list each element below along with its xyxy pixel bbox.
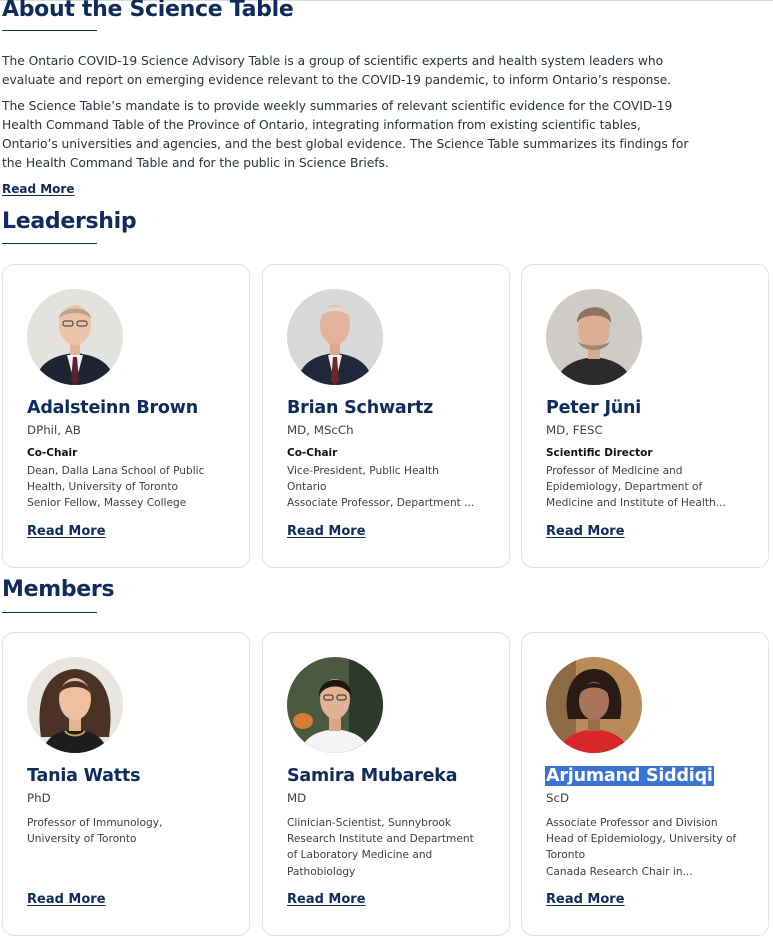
paragraph-line: The Science Table’s mandate is to provid…: [2, 99, 673, 113]
avatar: [27, 657, 123, 753]
member-card: Samira Mubareka MD Clinician-Scientist, …: [262, 632, 510, 936]
paragraph-line: The Ontario COVID-19 Science Advisory Ta…: [2, 54, 664, 68]
paragraph-line: Health Command Table of the Province of …: [2, 118, 641, 132]
member-read-more-link[interactable]: Read More: [27, 892, 106, 907]
leader-read-more-link[interactable]: Read More: [546, 524, 625, 539]
avatar: [287, 657, 383, 753]
description-line: University of Toronto: [27, 833, 137, 846]
leader-role: Scientific Director: [546, 447, 653, 459]
member-credentials: MD: [287, 791, 307, 805]
description-line: Ontario: [287, 481, 327, 494]
leader-description: Professor of Medicine and Epidemiology, …: [546, 463, 756, 512]
paragraph-line: the Health Command Table and for the pub…: [2, 156, 389, 170]
avatar: [546, 289, 642, 385]
leader-credentials: MD, MScCh: [287, 423, 354, 437]
member-read-more-link[interactable]: Read More: [546, 892, 625, 907]
description-line: Vice-President, Public Health: [287, 465, 439, 477]
leader-credentials: MD, FESC: [546, 423, 603, 437]
member-description: Associate Professor and Division Head of…: [546, 815, 756, 880]
member-description: Professor of Immunology, University of T…: [27, 815, 237, 847]
avatar: [287, 289, 383, 385]
description-line: Associate Professor and Division: [546, 817, 718, 829]
description-line: Head of Epidemiology, University of: [546, 833, 737, 846]
about-read-more-link[interactable]: Read More: [2, 182, 75, 196]
leadership-heading: Leadership: [2, 209, 137, 234]
member-credentials: ScD: [546, 791, 570, 805]
description-line: Epidemiology, Department of: [546, 481, 703, 494]
members-heading-underline: [2, 612, 97, 613]
description-line: of Laboratory Medicine and: [287, 849, 433, 862]
paragraph-line: evaluate and report on emerging evidence…: [2, 73, 672, 87]
leader-role: Co-Chair: [287, 447, 338, 459]
description-line: Canada Research Chair in...: [546, 865, 693, 878]
leader-card: Peter Jüni MD, FESC Scientific Director …: [521, 264, 769, 568]
description-line: Clinician-Scientist, Sunnybrook: [287, 817, 452, 829]
member-name-selected: Arjumand Siddiqi: [545, 766, 714, 786]
leader-name: Peter Jüni: [546, 398, 642, 418]
description-line: Toronto: [546, 849, 586, 862]
leader-role: Co-Chair: [27, 447, 78, 459]
member-read-more-link[interactable]: Read More: [287, 892, 366, 907]
leader-description: Dean, Dalla Lana School of Public Health…: [27, 463, 237, 512]
avatar: [27, 289, 123, 385]
description-line: Pathobiology: [287, 865, 356, 878]
member-name: Tania Watts: [27, 766, 141, 786]
members-heading: Members: [2, 577, 115, 602]
paragraph-line: Ontario’s universities and agencies, and…: [2, 137, 689, 151]
leader-credentials: DPhil, AB: [27, 423, 81, 437]
leader-description: Vice-President, Public Health Ontario As…: [287, 463, 497, 512]
leader-read-more-link[interactable]: Read More: [27, 524, 106, 539]
leadership-heading-underline: [2, 243, 97, 244]
leader-read-more-link[interactable]: Read More: [287, 524, 366, 539]
about-heading-underline: [2, 30, 97, 31]
member-card: Tania Watts PhD Professor of Immunology,…: [2, 632, 250, 936]
description-line: Medicine and Institute of Health...: [546, 497, 726, 510]
avatar: [546, 657, 642, 753]
description-line: Associate Professor, Department ...: [287, 497, 475, 510]
leader-name: Adalsteinn Brown: [27, 398, 198, 418]
description-line: Professor of Medicine and: [546, 465, 683, 477]
description-line: Dean, Dalla Lana School of Public: [27, 465, 205, 477]
description-line: Research Institute and Department: [287, 833, 474, 846]
about-paragraph-2: The Science Table’s mandate is to provid…: [2, 97, 722, 173]
about-paragraph-1: The Ontario COVID-19 Science Advisory Ta…: [2, 52, 722, 90]
leader-card: Brian Schwartz MD, MScCh Co-Chair Vice-P…: [262, 264, 510, 568]
description-line: Professor of Immunology,: [27, 817, 163, 829]
member-credentials: PhD: [27, 791, 51, 805]
member-card: Arjumand Siddiqi ScD Associate Professor…: [521, 632, 769, 936]
leader-name: Brian Schwartz: [287, 398, 434, 418]
leader-card: Adalsteinn Brown DPhil, AB Co-Chair Dean…: [2, 264, 250, 568]
member-name: Samira Mubareka: [287, 766, 458, 786]
description-line: Health, University of Toronto: [27, 481, 179, 494]
description-line: Senior Fellow, Massey College: [27, 497, 187, 510]
about-heading: About the Science Table: [2, 0, 294, 22]
member-description: Clinician-Scientist, Sunnybrook Research…: [287, 815, 497, 880]
